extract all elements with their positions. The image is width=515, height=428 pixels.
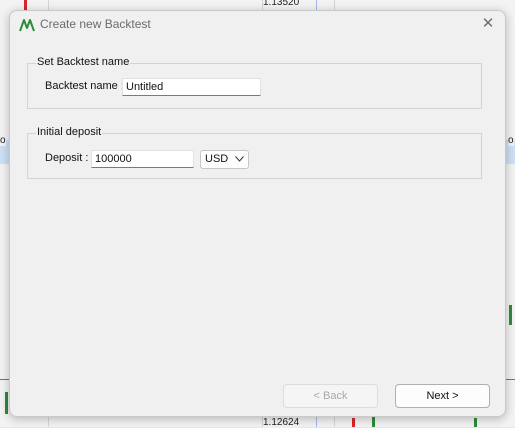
back-button[interactable]: < Back bbox=[283, 384, 378, 408]
chevron-down-icon bbox=[235, 156, 244, 162]
next-button[interactable]: Next > bbox=[395, 384, 490, 408]
chart-marker-left: o bbox=[0, 135, 6, 146]
backtest-name-label: Backtest name : bbox=[45, 80, 124, 92]
candle bbox=[24, 0, 27, 10]
dialog-title: Create new Backtest bbox=[40, 17, 151, 31]
dialog-titlebar[interactable]: Create new Backtest ✕ bbox=[10, 11, 505, 39]
initial-deposit-group: Initial deposit Deposit : USD bbox=[27, 126, 482, 179]
price-label-bottom: 1.12624 bbox=[263, 417, 300, 428]
candle bbox=[474, 418, 477, 427]
currency-select[interactable]: USD bbox=[200, 150, 249, 169]
app-logo-icon bbox=[19, 19, 35, 32]
currency-value: USD bbox=[205, 153, 229, 165]
candle bbox=[509, 305, 512, 325]
deposit-label: Deposit : bbox=[45, 152, 89, 164]
deposit-input[interactable] bbox=[91, 150, 194, 168]
backtest-name-group-title: Set Backtest name bbox=[36, 56, 131, 68]
chart-marker-right: o bbox=[508, 135, 514, 146]
initial-deposit-group-title: Initial deposit bbox=[36, 126, 103, 138]
create-backtest-dialog: Create new Backtest ✕ Set Backtest name … bbox=[9, 10, 506, 417]
backtest-name-input[interactable] bbox=[122, 78, 261, 96]
backtest-name-group: Set Backtest name Backtest name : bbox=[27, 56, 482, 109]
close-icon[interactable]: ✕ bbox=[479, 14, 497, 34]
price-label-top: 1.13520 bbox=[263, 0, 300, 8]
candle bbox=[352, 418, 355, 427]
candle bbox=[5, 392, 8, 414]
